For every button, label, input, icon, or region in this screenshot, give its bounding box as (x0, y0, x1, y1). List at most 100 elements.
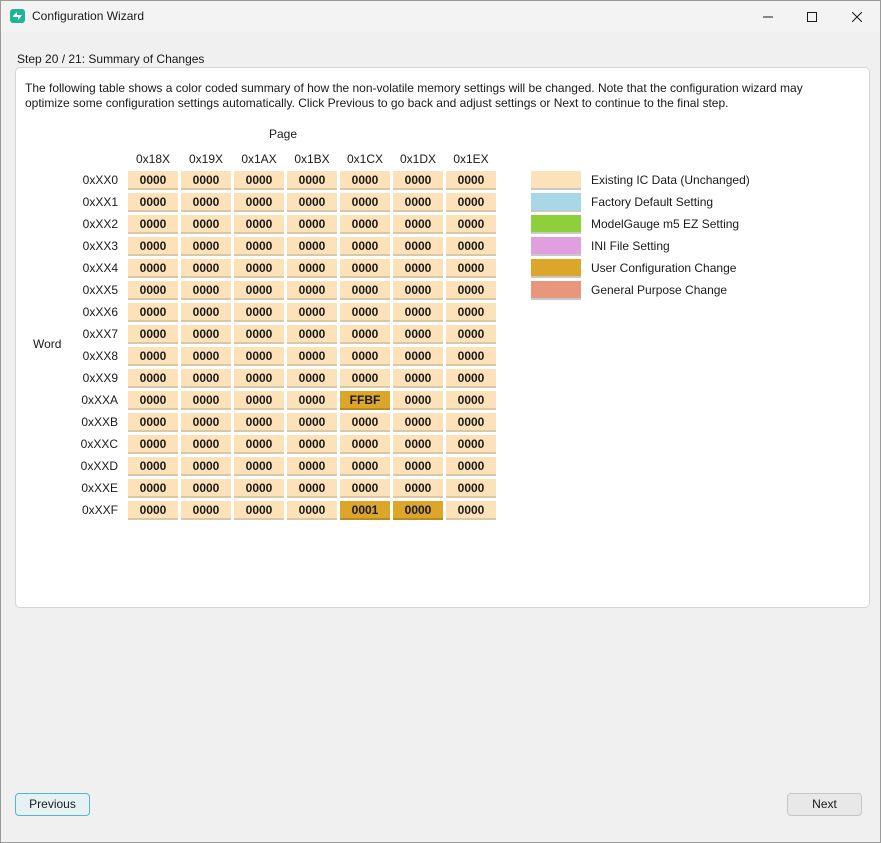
memory-cell: 0000 (234, 391, 284, 410)
memory-cell: 0000 (287, 259, 337, 278)
legend-swatch-modelgauge (531, 215, 581, 234)
memory-cell: 0000 (128, 391, 178, 410)
memory-cell: 0000 (393, 457, 443, 476)
memory-cell: 0000 (181, 325, 231, 344)
memory-cell: 0000 (446, 369, 496, 388)
memory-cell: 0000 (234, 435, 284, 454)
memory-cell: 0000 (234, 303, 284, 322)
word-axis-label: Word (33, 337, 62, 351)
description-text: The following table shows a color coded … (25, 81, 803, 110)
memory-cell: 0000 (446, 171, 496, 190)
memory-cell: 0000 (234, 215, 284, 234)
legend-label-modelgauge: ModelGauge m5 EZ Setting (591, 217, 740, 231)
memory-cell: 0000 (128, 413, 178, 432)
memory-cell: 0000 (128, 171, 178, 190)
memory-cell: 0000 (128, 479, 178, 498)
memory-cell: 0000 (446, 391, 496, 410)
memory-cell: 0000 (181, 391, 231, 410)
memory-cell: 0000 (446, 479, 496, 498)
memory-cell: 0000 (340, 369, 390, 388)
legend-label-user: User Configuration Change (591, 261, 737, 275)
memory-cell: 0000 (181, 435, 231, 454)
memory-cell: 0000 (181, 303, 231, 322)
row-header: 0xXXA (81, 393, 118, 407)
memory-cell: 0000 (181, 215, 231, 234)
memory-cell: 0000 (181, 259, 231, 278)
memory-cell: 0000 (340, 215, 390, 234)
memory-cell: 0000 (181, 193, 231, 212)
memory-cell: 0000 (393, 501, 443, 520)
memory-cell: 0000 (446, 303, 496, 322)
memory-cell: 0000 (287, 413, 337, 432)
memory-cell: 0000 (181, 237, 231, 256)
maximize-icon[interactable] (789, 1, 835, 32)
memory-cell: 0000 (128, 237, 178, 256)
column-header: 0x1BX (294, 152, 330, 166)
memory-cell: 0000 (393, 237, 443, 256)
memory-cell: 0000 (128, 501, 178, 520)
memory-cell: 0000 (181, 369, 231, 388)
memory-cell: 0000 (393, 369, 443, 388)
row-header: 0xXXF (81, 503, 118, 517)
previous-button[interactable]: Previous (15, 793, 90, 816)
memory-cell: 0000 (234, 281, 284, 300)
row-header: 0xXX3 (82, 239, 118, 253)
memory-cell: 0000 (446, 325, 496, 344)
memory-cell: 0000 (234, 479, 284, 498)
memory-cell: 0000 (234, 171, 284, 190)
memory-cell: 0000 (181, 281, 231, 300)
memory-cell: 0000 (446, 435, 496, 454)
next-button[interactable]: Next (787, 793, 862, 816)
close-icon[interactable] (834, 1, 880, 32)
memory-cell: 0000 (393, 259, 443, 278)
memory-cell: 0000 (393, 435, 443, 454)
memory-cell: 0000 (393, 193, 443, 212)
row-header: 0xXXC (80, 437, 118, 451)
memory-cell: 0000 (393, 215, 443, 234)
legend-label-existing: Existing IC Data (Unchanged) (591, 173, 750, 187)
memory-cell: 0000 (181, 413, 231, 432)
memory-cell: 0000 (234, 369, 284, 388)
memory-cell: 0000 (234, 259, 284, 278)
memory-cell: 0000 (128, 303, 178, 322)
memory-cell: 0000 (128, 215, 178, 234)
memory-cell: 0000 (234, 457, 284, 476)
memory-cell: 0000 (393, 171, 443, 190)
memory-cell: 0000 (234, 325, 284, 344)
memory-cell: 0000 (287, 281, 337, 300)
column-header: 0x18X (135, 152, 171, 166)
row-header: 0xXX6 (82, 305, 118, 319)
summary-panel: The following table shows a color coded … (15, 67, 870, 608)
memory-cell: 0000 (340, 325, 390, 344)
memory-cell: 0000 (340, 171, 390, 190)
memory-cell: 0000 (287, 303, 337, 322)
memory-cell: 0000 (287, 479, 337, 498)
memory-cell: 0000 (340, 303, 390, 322)
minimize-icon[interactable] (745, 1, 791, 32)
memory-cell: 0000 (393, 325, 443, 344)
memory-cell: 0000 (181, 457, 231, 476)
legend-label-ini: INI File Setting (591, 239, 670, 253)
legend-swatch-ini (531, 237, 581, 256)
memory-cell: 0000 (234, 501, 284, 520)
column-header: 0x1EX (453, 152, 489, 166)
memory-cell: 0000 (181, 479, 231, 498)
memory-cell: 0000 (446, 457, 496, 476)
memory-cell: 0000 (393, 413, 443, 432)
memory-cell: 0000 (234, 237, 284, 256)
memory-cell: 0000 (234, 413, 284, 432)
memory-cell: 0000 (340, 347, 390, 366)
memory-cell: 0000 (340, 457, 390, 476)
memory-cell: 0000 (393, 479, 443, 498)
memory-cell: 0000 (287, 171, 337, 190)
memory-cell: 0000 (287, 215, 337, 234)
step-title: Step 20 / 21: Summary of Changes (17, 52, 205, 66)
memory-cell: 0000 (287, 435, 337, 454)
column-header: 0x19X (188, 152, 224, 166)
memory-cell: 0000 (393, 281, 443, 300)
legend-label-factory: Factory Default Setting (591, 195, 714, 209)
row-header: 0xXXD (80, 459, 118, 473)
memory-cell: 0001 (340, 501, 390, 520)
legend-label-general: General Purpose Change (591, 283, 728, 297)
column-header: 0x1AX (241, 152, 277, 166)
